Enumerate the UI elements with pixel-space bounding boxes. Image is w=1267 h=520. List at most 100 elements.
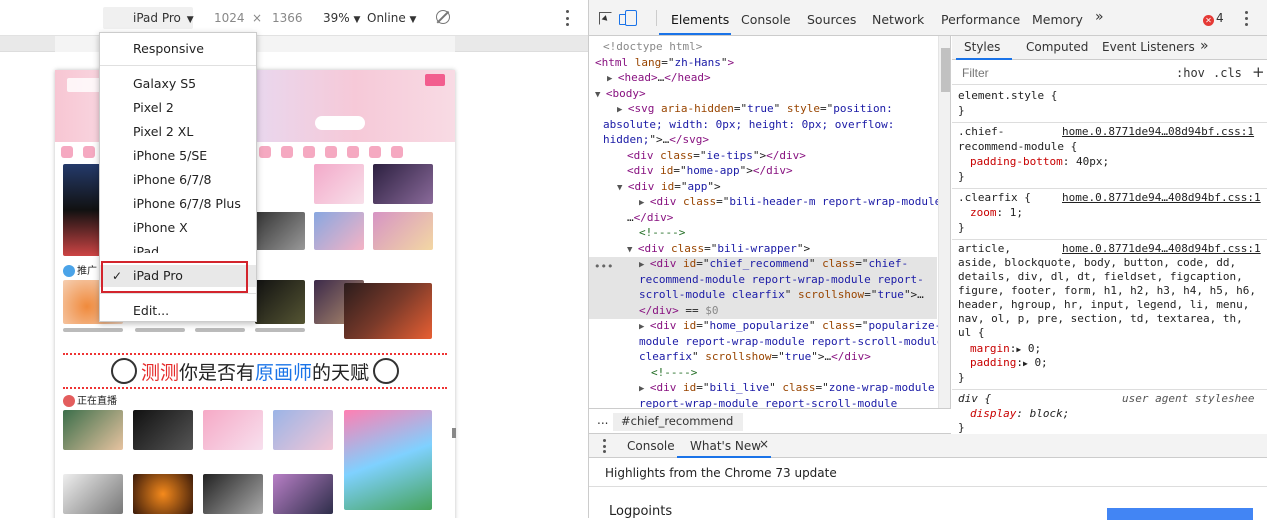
device-toolbar-toggle-icon[interactable]: [619, 10, 637, 26]
dom-line[interactable]: report-wrap-module report-scroll-module: [639, 396, 897, 409]
devtools-menu-icon[interactable]: [1245, 11, 1249, 26]
dom-line[interactable]: recommend-module report-wrap-module repo…: [639, 272, 924, 288]
css-selector[interactable]: nav, ol, p, pre, section, td, textarea, …: [958, 312, 1243, 327]
tab-network[interactable]: Network: [872, 12, 924, 27]
breadcrumb-overflow[interactable]: ...: [597, 413, 608, 427]
css-source-link[interactable]: home.0.8771de94…408d94bf.css:1: [1062, 191, 1261, 204]
site-login-button: [425, 74, 445, 86]
dom-line[interactable]: <!---->: [639, 225, 685, 241]
css-declaration[interactable]: zoom: 1;: [970, 206, 1023, 221]
collapsed-triangle-icon[interactable]: ▶: [639, 384, 650, 394]
node-actions-icon[interactable]: •••: [594, 260, 613, 273]
menu-item-ipad[interactable]: iPad: [100, 241, 256, 253]
css-selector[interactable]: aside, blockquote, body, button, code, d…: [958, 256, 1236, 271]
menu-item-iphone-5-se[interactable]: iPhone 5/SE: [100, 145, 256, 167]
collapsed-triangle-icon[interactable]: ▶: [607, 74, 618, 84]
breadcrumb-item[interactable]: #chief_recommend: [613, 413, 743, 431]
collapsed-triangle-icon[interactable]: ▶: [639, 260, 650, 270]
menu-item-iphone-6-7-8-plus[interactable]: iPhone 6/7/8 Plus: [100, 193, 256, 215]
video-thumbnail: [314, 212, 364, 250]
menu-item-galaxy-s5[interactable]: Galaxy S5: [100, 73, 256, 95]
drawer-tab-whats-new[interactable]: What's New: [690, 439, 761, 453]
dom-line[interactable]: module report-wrap-module report-scroll-…: [639, 334, 944, 350]
tab-event-listeners[interactable]: Event Listeners: [1102, 40, 1195, 54]
tab-memory[interactable]: Memory: [1032, 12, 1083, 27]
dom-line[interactable]: …</div>: [627, 210, 673, 226]
more-tabs-icon[interactable]: »: [1095, 9, 1104, 25]
menu-item-pixel-2-xl[interactable]: Pixel 2 XL: [100, 121, 256, 143]
collapsed-triangle-icon[interactable]: ▶: [639, 322, 650, 332]
elements-scrollbar[interactable]: [938, 36, 950, 408]
hover-state-toggle[interactable]: :hov: [1176, 66, 1205, 80]
tab-elements[interactable]: Elements: [671, 12, 729, 27]
dom-line[interactable]: scroll-module clearfix" scrollshow="true…: [639, 287, 924, 303]
rotate-disabled-icon[interactable]: [436, 10, 450, 24]
css-selector[interactable]: details, div, dl, dt, fieldset, figcapti…: [958, 270, 1243, 285]
cartoon-face-icon: [110, 358, 137, 384]
class-toggle[interactable]: .cls: [1213, 66, 1242, 80]
inspect-element-icon[interactable]: [599, 12, 612, 25]
tab-sources[interactable]: Sources: [807, 12, 856, 27]
tab-performance[interactable]: Performance: [941, 12, 1020, 27]
zoom-select[interactable]: 39% ▼: [323, 11, 360, 25]
error-count-badge[interactable]: ✕ 4: [1203, 11, 1224, 26]
dom-line[interactable]: <!doctype html>: [603, 39, 702, 55]
css-source-label: user agent styleshee: [1122, 392, 1255, 405]
whats-new-item-title[interactable]: Logpoints: [609, 504, 672, 519]
css-selector[interactable]: article,: [958, 242, 1011, 257]
video-thumbnail: [255, 280, 305, 324]
css-selector[interactable]: element.style {: [958, 89, 1057, 104]
width-input[interactable]: 1024: [214, 11, 245, 25]
dom-line[interactable]: <div class="ie-tips"></div>: [627, 148, 806, 164]
menu-item-iphone-x[interactable]: iPhone X: [100, 217, 256, 239]
drawer-tab-console[interactable]: Console: [627, 439, 675, 453]
site-logo: [67, 78, 101, 92]
css-selector[interactable]: .clearfix {: [958, 191, 1031, 206]
video-thumbnail: [133, 474, 193, 514]
video-thumbnail: [63, 474, 123, 514]
tab-computed[interactable]: Computed: [1026, 40, 1088, 54]
dom-line[interactable]: ▶ <div class="bili-header-m report-wrap-…: [639, 194, 950, 212]
dom-line[interactable]: <!---->: [651, 365, 697, 381]
device-select[interactable]: iPad Pro ▼: [103, 7, 194, 29]
menu-item-pixel-2[interactable]: Pixel 2: [100, 97, 256, 119]
menu-item-iphone-6-7-8[interactable]: iPhone 6/7/8: [100, 169, 256, 191]
css-declaration[interactable]: padding:▶ 0;: [970, 356, 1048, 372]
add-rule-icon[interactable]: +: [1252, 63, 1265, 81]
dom-line[interactable]: hidden;">…</svg>: [603, 132, 709, 148]
css-source-link[interactable]: home.0.8771de94…08d94bf.css:1: [1062, 125, 1254, 138]
network-label: Online: [367, 11, 406, 25]
expanded-triangle-icon[interactable]: ▼: [627, 245, 638, 255]
viewport-resize-handle[interactable]: [452, 428, 456, 438]
menu-item-responsive[interactable]: Responsive: [100, 38, 256, 60]
collapsed-triangle-icon[interactable]: ▶: [617, 105, 628, 115]
dimension-separator: ×: [252, 11, 263, 25]
video-thumbnail: [344, 410, 432, 510]
close-icon[interactable]: ×: [759, 437, 769, 451]
dom-line[interactable]: <div id="home-app"></div>: [627, 163, 793, 179]
menu-item-edit[interactable]: Edit...: [100, 300, 256, 322]
styles-filter-input[interactable]: [958, 64, 1152, 82]
tab-console[interactable]: Console: [741, 12, 791, 27]
dom-line[interactable]: absolute; width: 0px; height: 0px; overf…: [603, 117, 894, 133]
dom-line[interactable]: </div> == $0: [639, 303, 719, 319]
expanded-triangle-icon[interactable]: ▼: [617, 183, 628, 193]
css-declaration: display: block;: [970, 407, 1070, 420]
css-selector[interactable]: recommend-module {: [958, 140, 1077, 155]
collapsed-triangle-icon[interactable]: ▶: [639, 198, 650, 208]
drawer-menu-icon[interactable]: [603, 439, 607, 453]
height-input[interactable]: 1366: [272, 11, 303, 25]
css-selector[interactable]: ul {: [958, 326, 985, 341]
expanded-triangle-icon[interactable]: ▼: [595, 90, 606, 100]
dom-line[interactable]: <html lang="zh-Hans">: [595, 55, 734, 71]
css-selector[interactable]: header, hgroup, hr, input, legend, li, m…: [958, 298, 1249, 313]
css-source-link[interactable]: home.0.8771de94…408d94bf.css:1: [1062, 242, 1261, 255]
more-tabs-icon[interactable]: »: [1200, 38, 1209, 54]
css-declaration[interactable]: padding-bottom: 40px;: [970, 155, 1109, 170]
css-selector[interactable]: .chief-: [958, 125, 1004, 140]
dom-line[interactable]: clearfix" scrollshow="true">…</div>: [639, 349, 871, 365]
network-throttle-select[interactable]: Online ▼: [367, 11, 416, 25]
css-selector[interactable]: figure, footer, form, h1, h2, h3, h4, h5…: [958, 284, 1256, 299]
tab-styles[interactable]: Styles: [964, 40, 1000, 54]
more-options-icon[interactable]: [566, 10, 570, 26]
